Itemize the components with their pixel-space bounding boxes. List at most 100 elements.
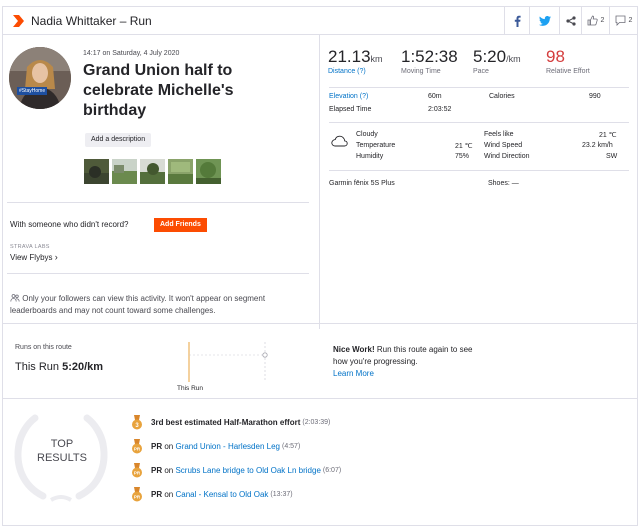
facebook-share-button[interactable]: [504, 7, 529, 34]
segment-link[interactable]: Grand Union - Harlesden Leg: [175, 442, 280, 451]
weather-condition: Cloudy: [356, 131, 378, 138]
twitter-icon: [538, 15, 551, 26]
pace-unit: /km: [506, 54, 521, 64]
wind-speed-label: Wind Speed: [484, 142, 523, 149]
share-button[interactable]: [559, 7, 581, 34]
cloud-icon: [331, 135, 348, 147]
segment-link[interactable]: Canal - Kensal to Old Oak: [175, 490, 268, 499]
result-item: PR PR on Scrubs Lane bridge to Old Oak L…: [131, 463, 341, 478]
athlete-avatar[interactable]: #StayHome: [9, 47, 71, 109]
this-run-summary: This Run 5:20/km: [15, 361, 103, 373]
result-time: (13:37): [270, 491, 293, 498]
top-results-line1: TOP: [50, 438, 74, 450]
comments-count: 2: [628, 17, 633, 24]
photo-thumbnail[interactable]: [168, 159, 193, 184]
wind-direction-value: SW: [606, 153, 618, 160]
calories-label: Calories: [489, 93, 515, 100]
result-item: PR PR on Canal - Kensal to Old Oak (13:3…: [131, 487, 293, 502]
divider: [329, 87, 629, 88]
stat-relative-effort[interactable]: 98 Relative Effort: [546, 47, 590, 75]
result-bold: 3rd best estimated Half-Marathon effort: [151, 418, 301, 427]
moving-time-label: Moving Time: [401, 68, 441, 75]
this-run-prefix: This Run: [15, 361, 60, 373]
thumbs-up-icon: [587, 15, 598, 26]
stat-distance: 21.13km Distance (?): [328, 47, 383, 75]
activity-title: Grand Union half to celebrate Michelle's…: [83, 62, 234, 119]
shoes-info: Shoes: —: [488, 180, 519, 187]
distance-value: 21.13: [328, 47, 371, 66]
runs-on-route-label: Runs on this route: [15, 344, 72, 351]
distance-unit: km: [370, 54, 383, 64]
medal-rank: PR: [134, 447, 141, 452]
activity-header: Nadia Whittaker – Run 2 2: [3, 7, 637, 35]
top-results-line2: RESULTS: [37, 452, 87, 464]
feels-like-label: Feels like: [484, 131, 514, 138]
avatar-photo: [9, 47, 71, 109]
followers-icon: [10, 294, 20, 302]
result-item: PR PR on Grand Union - Harlesden Leg (4:…: [131, 439, 300, 454]
segment-link[interactable]: Scrubs Lane bridge to Old Oak Ln bridge: [175, 466, 320, 475]
photo-thumbnail[interactable]: [196, 159, 221, 184]
temperature-value: 21 ℃: [455, 143, 473, 150]
privacy-notice: Only your followers can view this activi…: [10, 293, 310, 317]
relative-effort-value: 98: [546, 47, 565, 66]
share-icon: [565, 15, 576, 26]
route-point: [262, 352, 268, 358]
add-description-button[interactable]: Add a description: [85, 133, 152, 147]
moving-time-value: 1:52:38: [401, 47, 458, 66]
humidity-label: Humidity: [356, 153, 384, 160]
medal-rank: PR: [134, 471, 141, 476]
elapsed-time-value: 2:03:52: [428, 106, 452, 113]
pace-label: Pace: [473, 68, 489, 75]
facebook-icon: [514, 15, 521, 27]
twitter-share-button[interactable]: [529, 7, 559, 34]
wind-speed-value: 23.2 km/h: [582, 142, 613, 149]
avatar-tag: #StayHome: [17, 87, 48, 95]
divider: [3, 323, 637, 324]
result-on: on: [162, 442, 176, 451]
activity-card: Nadia Whittaker – Run 2 2 #StayHome 14:1…: [2, 6, 638, 526]
result-bold: PR: [151, 442, 163, 451]
kudos-button[interactable]: 2: [581, 7, 609, 34]
pr-medal-icon: PR: [132, 487, 142, 502]
with-someone-text: With someone who didn't record?: [10, 220, 129, 229]
divider: [3, 398, 637, 399]
learn-more-link[interactable]: Learn More: [333, 369, 374, 378]
activity-datetime: 14:17 on Saturday, 4 July 2020: [83, 50, 180, 57]
calories-value: 990: [589, 93, 601, 100]
privacy-text: Only your followers can view this activi…: [10, 294, 266, 315]
result-on: on: [162, 466, 176, 475]
temperature-label: Temperature: [356, 142, 396, 149]
divider: [329, 122, 629, 123]
feels-like-value: 21 ℃: [599, 132, 617, 139]
chart-this-run-label: This Run: [177, 385, 204, 392]
divider: [329, 170, 629, 171]
nice-work-bold: Nice Work!: [333, 345, 375, 354]
pr-medal-icon: PR: [132, 439, 142, 454]
device-name: Garmin fēnix 5S Plus: [329, 180, 395, 187]
result-time: (4:57): [281, 443, 301, 450]
medal-rank: PR: [134, 495, 141, 500]
wind-direction-label: Wind Direction: [484, 153, 530, 160]
kudos-count: 2: [600, 17, 605, 24]
divider: [7, 202, 309, 203]
view-flybys-link[interactable]: View Flybys ›: [10, 252, 58, 262]
distance-label[interactable]: Distance (?): [328, 68, 383, 75]
page-title: Nadia Whittaker – Run: [31, 14, 152, 28]
this-run-pace: 5:20/km: [62, 361, 104, 373]
photo-thumbnail[interactable]: [140, 159, 165, 184]
route-comparison-chart: This Run: [177, 340, 299, 396]
elevation-label[interactable]: Elevation (?): [329, 93, 368, 100]
photo-thumbnail[interactable]: [84, 159, 109, 184]
header-actions: 2 2: [504, 7, 637, 34]
photo-strip: [84, 159, 221, 184]
photo-thumbnail[interactable]: [112, 159, 137, 184]
strava-labs-label: STRAVA LABS: [10, 244, 50, 250]
result-on: on: [162, 490, 176, 499]
add-friends-button[interactable]: Add Friends: [154, 218, 207, 232]
column-divider: [319, 35, 320, 329]
pace-value: 5:20: [473, 47, 507, 66]
stat-moving-time: 1:52:38 Moving Time: [401, 47, 458, 75]
result-bold: PR: [151, 466, 163, 475]
comments-button[interactable]: 2: [609, 7, 637, 34]
